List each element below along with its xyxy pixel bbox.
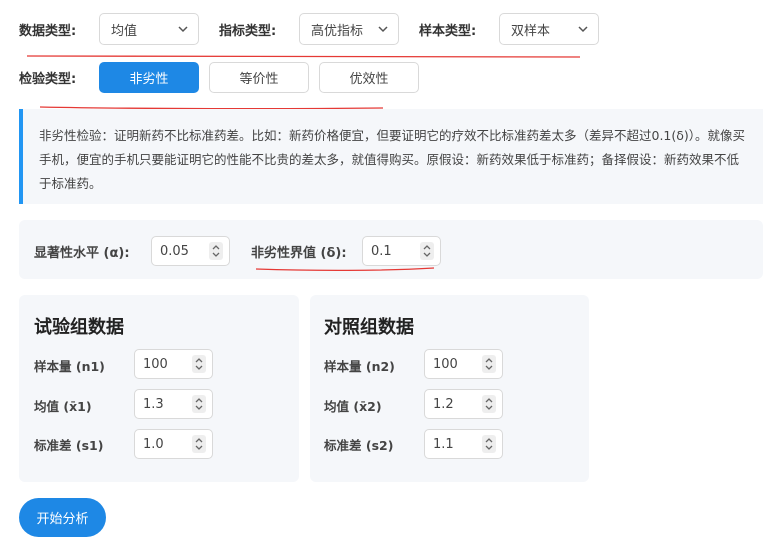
sd1-value: 1.0 (143, 436, 164, 452)
spinner-icon[interactable] (420, 242, 434, 260)
chevron-down-icon (178, 26, 188, 33)
n1-label: 样本量 (n1) (34, 359, 105, 374)
chevron-down-icon (578, 26, 588, 33)
mean2-input[interactable]: 1.2 (424, 389, 503, 419)
start-analysis-button[interactable]: 开始分析 (19, 498, 106, 537)
spinner-icon[interactable] (482, 395, 496, 413)
n2-label: 样本量 (n2) (324, 359, 395, 374)
sample-type-select[interactable]: 双样本 (499, 13, 599, 45)
alpha-label: 显著性水平 (α): (34, 246, 130, 261)
annotation-underline (255, 267, 435, 272)
test-group-title: 试验组数据 (34, 317, 124, 338)
test-type-label: 检验类型: (19, 72, 77, 87)
alpha-input[interactable]: 0.05 (151, 236, 230, 266)
indicator-type-value: 高优指标 (311, 23, 364, 39)
mean1-label: 均值 (x̄1) (34, 399, 92, 414)
n1-input[interactable]: 100 (134, 349, 213, 379)
spinner-icon[interactable] (482, 355, 496, 373)
data-type-value: 均值 (111, 23, 138, 39)
sd2-label: 标准差 (s2) (324, 438, 394, 453)
sample-type-label: 样本类型: (419, 24, 477, 39)
spinner-icon[interactable] (482, 435, 496, 453)
delta-value: 0.1 (371, 243, 392, 259)
sd2-input[interactable]: 1.1 (424, 429, 503, 459)
delta-label: 非劣性界值 (δ): (251, 246, 347, 261)
spinner-icon[interactable] (192, 355, 206, 373)
sample-type-value: 双样本 (511, 23, 551, 39)
mean2-label: 均值 (x̄2) (324, 399, 382, 414)
control-group-title: 对照组数据 (324, 317, 414, 338)
mean1-value: 1.3 (143, 396, 164, 412)
sd1-label: 标准差 (s1) (34, 438, 104, 453)
mean1-input[interactable]: 1.3 (134, 389, 213, 419)
annotation-underline (26, 55, 581, 59)
alpha-value: 0.05 (160, 243, 189, 259)
test-description-text: 非劣性检验：证明新药不比标准药差。比如：新药价格便宜，但要证明它的疗效不比标准药… (39, 128, 746, 191)
spinner-icon[interactable] (192, 435, 206, 453)
data-type-select[interactable]: 均值 (99, 13, 199, 45)
data-type-label: 数据类型: (19, 24, 77, 39)
spinner-icon[interactable] (192, 395, 206, 413)
test-description-box: 非劣性检验：证明新药不比标准药差。比如：新药价格便宜，但要证明它的疗效不比标准药… (19, 109, 763, 204)
n2-value: 100 (433, 356, 458, 372)
n2-input[interactable]: 100 (424, 349, 503, 379)
chevron-down-icon (378, 26, 388, 33)
n1-value: 100 (143, 356, 168, 372)
test-type-equivalence-button[interactable]: 等价性 (209, 62, 309, 93)
sd1-input[interactable]: 1.0 (134, 429, 213, 459)
sd2-value: 1.1 (433, 436, 454, 452)
mean2-value: 1.2 (433, 396, 454, 412)
test-type-superiority-button[interactable]: 优效性 (319, 62, 419, 93)
spinner-icon[interactable] (209, 242, 223, 260)
indicator-type-select[interactable]: 高优指标 (299, 13, 399, 45)
delta-input[interactable]: 0.1 (362, 236, 441, 266)
indicator-type-label: 指标类型: (219, 24, 277, 39)
test-type-noninferiority-button[interactable]: 非劣性 (99, 62, 199, 93)
